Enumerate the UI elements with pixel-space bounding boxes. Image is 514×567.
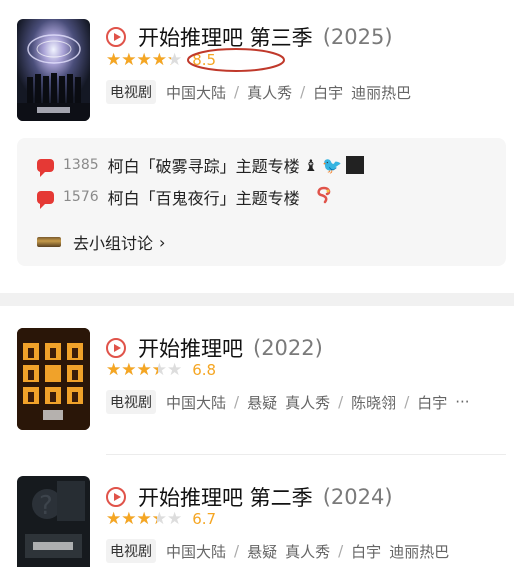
tag: 白宇: [351, 542, 382, 561]
chess-piece-icon: ♝: [303, 155, 318, 175]
poster-image[interactable]: [17, 19, 90, 121]
tag: 悬疑: [247, 393, 278, 412]
type-badge: 电视剧: [106, 539, 156, 563]
svg-text:?: ?: [39, 491, 53, 521]
poster-image[interactable]: ?: [17, 476, 90, 567]
post-title[interactable]: 柯白「破雾寻踪」主题专楼: [108, 153, 300, 177]
highlight-oval: [187, 48, 285, 72]
worm-icon: [314, 185, 334, 209]
show-year: (2025): [322, 25, 393, 49]
show-year: (2022): [253, 336, 323, 360]
tag: 陈晓翎: [351, 393, 397, 412]
more-tags[interactable]: ···: [455, 393, 469, 411]
type-badge: 电视剧: [106, 80, 156, 104]
go-to-group-link[interactable]: 去小组讨论 ›: [37, 230, 165, 254]
black-square-icon: [345, 156, 364, 174]
poster-image[interactable]: [17, 328, 90, 430]
play-circle-icon: [106, 338, 126, 358]
star-rating: ★★★★★★★★★★: [106, 359, 183, 380]
tag: 白宇: [313, 83, 344, 102]
comment-icon: [37, 190, 54, 209]
tag: 悬疑: [247, 542, 278, 561]
row-divider: [106, 454, 506, 455]
star-rating: ★★★★★★★★★★: [106, 49, 183, 70]
rating-score: 6.7: [192, 510, 217, 528]
section-divider: [0, 293, 514, 306]
bird-icon: 🐦: [322, 155, 342, 175]
tag: 真人秀: [285, 393, 331, 412]
play-circle-icon: [106, 27, 126, 47]
tag: 迪丽热巴: [389, 542, 450, 561]
star-rating: ★★★★★★★★★★: [106, 508, 183, 529]
post-title[interactable]: 柯白「百鬼夜行」主题专楼: [108, 185, 300, 209]
tag: 真人秀: [247, 83, 293, 102]
group-post[interactable]: 1576 柯白「百鬼夜行」主题专楼: [37, 185, 334, 209]
group-thumbnail: [37, 237, 61, 247]
post-count: 1385: [63, 157, 99, 173]
tag: 中国大陆: [166, 393, 227, 412]
tag: 真人秀: [285, 542, 331, 561]
tag: 中国大陆: [166, 542, 227, 561]
show-year: (2024): [322, 485, 393, 509]
rating-score: 6.8: [192, 361, 217, 379]
chevron-right-icon: ›: [159, 232, 166, 252]
tag: 迪丽热巴: [351, 83, 412, 102]
tag: 中国大陆: [166, 83, 227, 102]
post-count: 1576: [63, 189, 99, 205]
group-link-label[interactable]: 去小组讨论: [73, 230, 153, 254]
type-badge: 电视剧: [106, 390, 156, 414]
show-title[interactable]: 开始推理吧: [138, 333, 243, 363]
group-post[interactable]: 1385 柯白「破雾寻踪」主题专楼 ♝ 🐦: [37, 153, 364, 177]
comment-icon: [37, 158, 54, 177]
tag: 白宇: [417, 393, 448, 412]
show-title[interactable]: 开始推理吧 第二季: [138, 482, 313, 512]
group-discussion-box: 1385 柯白「破雾寻踪」主题专楼 ♝ 🐦 1576 柯白「百鬼夜行」主题专楼 …: [17, 138, 506, 266]
play-circle-icon: [106, 487, 126, 507]
